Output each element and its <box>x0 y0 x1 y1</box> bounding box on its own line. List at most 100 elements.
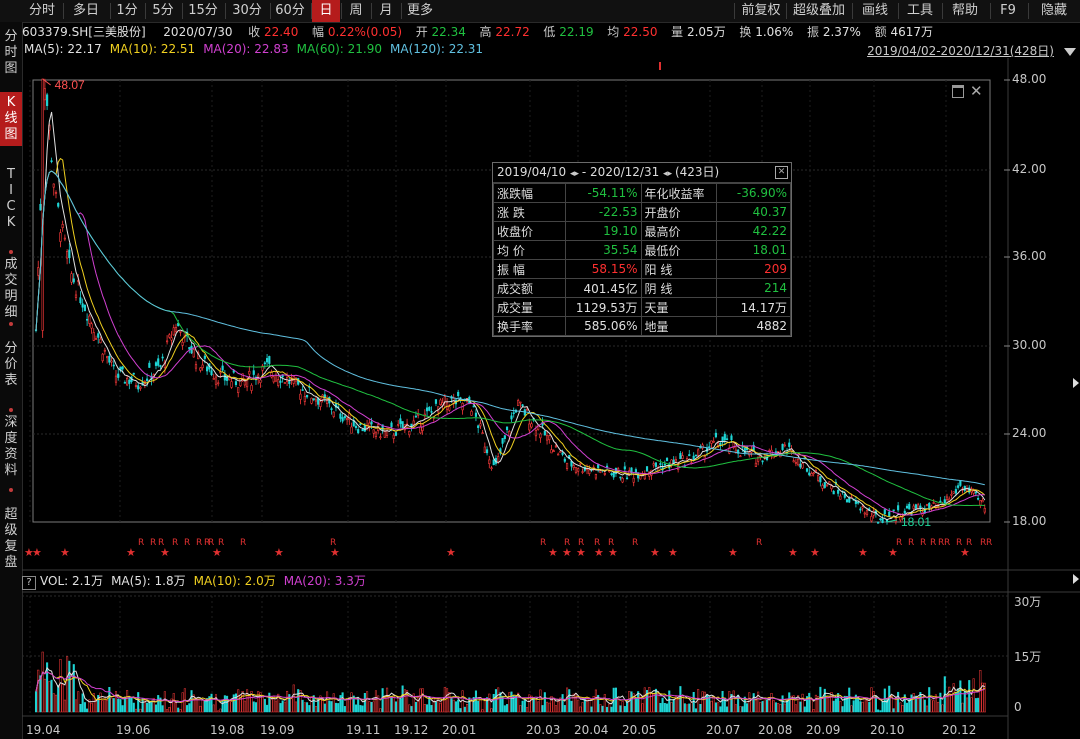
candle-body <box>794 462 797 464</box>
candle-body <box>390 422 393 428</box>
volume-bar <box>526 707 529 713</box>
volume-bar <box>290 698 293 713</box>
volume-bar <box>706 694 709 713</box>
volume-bar <box>581 702 584 713</box>
volume-bar <box>503 705 506 713</box>
candle-body <box>194 364 198 369</box>
volume-bar <box>339 695 342 713</box>
chevron-left-right-icon[interactable]: ◂▸ <box>663 169 675 179</box>
volume-bar <box>699 704 702 713</box>
candle-body <box>412 420 415 425</box>
popup-row: 振 幅 58.15% 阳 线 209 <box>493 259 791 279</box>
candle-body <box>845 499 849 503</box>
candle-body <box>319 401 322 407</box>
candle-body <box>957 485 960 488</box>
volume-bar <box>670 702 673 713</box>
stat-label: 阴 线 <box>640 278 718 298</box>
candle-body <box>588 469 591 475</box>
event-star-marker: ★ <box>788 546 798 559</box>
candle-body <box>201 364 204 369</box>
candle-body <box>565 462 569 470</box>
candle-body <box>174 327 178 332</box>
chevron-left-right-icon[interactable]: ◂▸ <box>570 169 582 179</box>
volume-bar <box>961 702 964 713</box>
candle-body <box>903 510 906 514</box>
volume-bar <box>570 700 573 713</box>
volume-bar <box>323 703 326 713</box>
candle-body <box>99 338 102 344</box>
candle-body <box>550 449 553 454</box>
volume-bar <box>86 708 89 713</box>
volume-bar <box>330 701 333 713</box>
candle-body <box>539 433 542 439</box>
volume-bar <box>123 696 126 713</box>
volume-bar <box>346 698 349 713</box>
volume-bar <box>799 701 802 713</box>
volume-bar <box>54 694 58 713</box>
candle-body <box>310 397 313 404</box>
volume-bar <box>954 692 957 713</box>
candle-body <box>543 430 546 436</box>
candle-body <box>203 355 206 359</box>
kline-chart[interactable]: 48.0718.01★★ ★ ★ ★ ★ ★ ★ ★ ★ ★ ★ ★ ★ ★ ★ ★ ★ ★ ★ ★ ★R R R R R R RR… <box>0 0 1080 739</box>
volume-bar <box>563 705 566 713</box>
event-r-marker: R <box>196 538 202 548</box>
candle-body <box>161 356 164 359</box>
candle-body <box>117 373 120 378</box>
chevron-right-icon[interactable] <box>1073 378 1079 388</box>
price-tick-label: 36.00 <box>1012 249 1047 263</box>
volume-bar <box>226 695 229 713</box>
volume-bar <box>912 693 915 713</box>
candle-body <box>663 463 666 466</box>
candle-body <box>350 426 353 434</box>
volume-bar <box>397 697 400 713</box>
volume-bar <box>230 701 233 713</box>
date-tick-label: 19.11 <box>346 723 381 737</box>
volume-bar <box>959 680 962 713</box>
restore-icon[interactable] <box>952 84 964 98</box>
help-icon[interactable]: ? <box>22 576 36 590</box>
candle-body <box>148 362 151 368</box>
volume-bar <box>392 695 395 713</box>
candle-body <box>761 460 764 463</box>
close-icon[interactable]: ✕ <box>775 166 788 179</box>
candle-body <box>519 401 522 404</box>
volume-bar <box>341 692 344 713</box>
stat-label: 最低价 <box>640 240 718 260</box>
event-r-marker: R <box>594 538 600 548</box>
volume-bar <box>566 687 569 713</box>
volume-bar <box>781 695 784 713</box>
chevron-right-icon[interactable] <box>1073 574 1079 584</box>
candle-body <box>823 482 826 488</box>
candle-body <box>88 315 91 324</box>
event-r-marker: R <box>564 538 570 548</box>
candle-body <box>341 417 344 422</box>
volume-legend-item-3: MA(20): 3.3万 <box>283 574 366 588</box>
candle-body <box>783 444 786 447</box>
candle-body <box>248 371 251 375</box>
candle-body <box>481 432 484 435</box>
volume-bar <box>634 698 637 713</box>
volume-bar <box>761 701 764 713</box>
volume-legend-item-0: VOL: 2.1万 <box>40 574 104 588</box>
candle-body <box>521 404 524 407</box>
volume-bar <box>819 686 822 713</box>
candle-body <box>959 480 962 486</box>
volume-bar <box>537 701 540 713</box>
candle-body <box>237 387 240 394</box>
stat-label: 天量 <box>640 297 718 317</box>
candle-body <box>848 498 851 503</box>
candle-body <box>725 438 729 440</box>
volume-bar <box>421 688 424 713</box>
event-r-marker: R <box>632 538 638 548</box>
close-icon[interactable]: ✕ <box>970 82 983 100</box>
volume-bar <box>219 708 222 713</box>
volume-bar <box>586 697 589 713</box>
volume-bar <box>717 702 720 713</box>
candle-body <box>54 192 58 194</box>
volume-bar <box>688 703 691 713</box>
stat-label: 均 价 <box>493 240 566 260</box>
volume-bar <box>254 702 258 713</box>
volume-bar <box>974 698 977 713</box>
volume-bar <box>821 698 824 713</box>
